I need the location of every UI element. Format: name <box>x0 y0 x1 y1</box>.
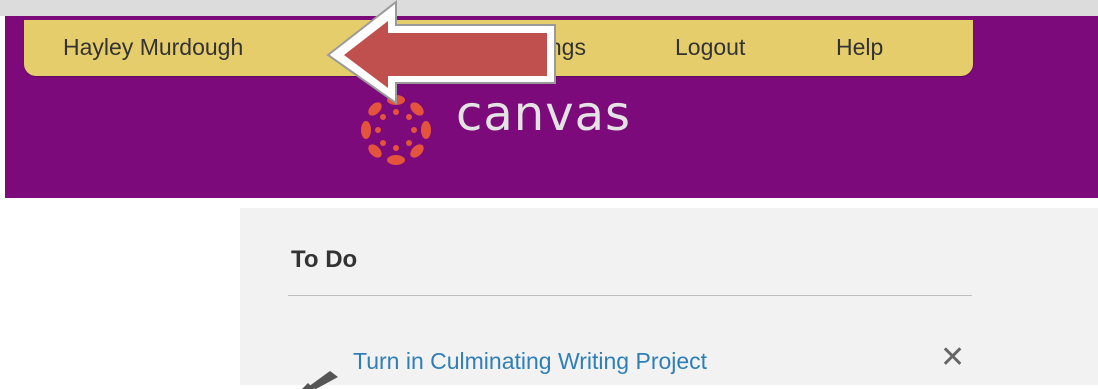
logout-link[interactable]: Logout <box>675 34 745 61</box>
arrow-left-icon <box>326 0 556 105</box>
user-name-link[interactable]: Hayley Murdough <box>63 34 243 61</box>
pencil-icon <box>302 371 338 389</box>
close-icon[interactable]: ✕ <box>940 340 965 375</box>
todo-heading: To Do <box>291 246 358 273</box>
todo-item-link[interactable]: Turn in Culminating Writing Project <box>353 348 707 375</box>
todo-divider <box>288 295 972 296</box>
help-link[interactable]: Help <box>836 34 883 61</box>
